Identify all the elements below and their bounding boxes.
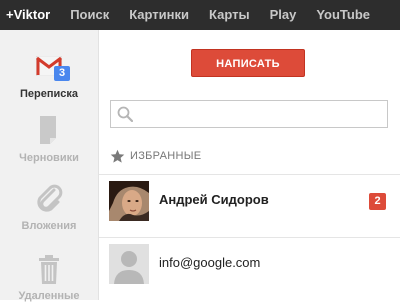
sidebar: 3 Переписка Черновики Вложения Удаленные: [0, 30, 99, 302]
top-navigation-bar: +Viktor Поиск Картинки Карты Play YouTub…: [0, 0, 400, 30]
contact-name: info@google.com: [159, 255, 261, 270]
contact-row[interactable]: Андрей Сидоров 2: [99, 174, 400, 227]
sidebar-item-drafts[interactable]: Черновики: [0, 114, 98, 164]
sidebar-item-label: Переписка: [19, 88, 78, 100]
default-avatar-icon: [109, 244, 149, 284]
avatar: [109, 244, 149, 284]
draft-icon: [40, 116, 56, 144]
avatar: [109, 181, 149, 221]
nav-link-profile[interactable]: +Viktor: [0, 0, 60, 30]
paperclip-icon: [37, 184, 63, 212]
nav-link-images[interactable]: Картинки: [119, 0, 199, 30]
sidebar-item-inbox[interactable]: 3 Переписка: [0, 50, 98, 100]
search-box[interactable]: [110, 100, 388, 128]
main-panel: НАПИСАТЬ ИЗБРАННЫЕ Андрей Сидоров 2 info…: [99, 30, 400, 300]
trash-icon: [39, 255, 59, 284]
unread-count-badge: 2: [369, 193, 386, 210]
nav-link-maps[interactable]: Карты: [199, 0, 260, 30]
nav-link-search[interactable]: Поиск: [60, 0, 119, 30]
sidebar-item-label: Вложения: [21, 220, 77, 232]
sidebar-item-trash[interactable]: Удаленные: [0, 252, 98, 302]
nav-link-play[interactable]: Play: [260, 0, 307, 30]
contact-row[interactable]: info@google.com: [99, 237, 400, 290]
favorites-header: ИЗБРАННЫЕ: [110, 148, 201, 164]
contact-photo: [109, 181, 149, 221]
search-input[interactable]: [133, 101, 387, 127]
search-icon: [117, 106, 133, 122]
draft-icon-wrap: [32, 114, 66, 148]
paperclip-icon-wrap: [32, 182, 66, 216]
sidebar-item-label: Черновики: [19, 152, 79, 164]
nav-link-youtube[interactable]: YouTube: [306, 0, 380, 30]
contact-name: Андрей Сидоров: [159, 192, 269, 207]
trash-icon-wrap: [32, 252, 66, 286]
compose-button[interactable]: НАПИСАТЬ: [191, 49, 305, 77]
sidebar-item-attachments[interactable]: Вложения: [0, 182, 98, 232]
unread-count-badge: 3: [54, 66, 70, 81]
star-icon: [110, 149, 125, 163]
gmail-icon-wrap: 3: [32, 50, 70, 84]
sidebar-item-label: Удаленные: [18, 290, 80, 302]
favorites-header-label: ИЗБРАННЫЕ: [130, 150, 202, 162]
